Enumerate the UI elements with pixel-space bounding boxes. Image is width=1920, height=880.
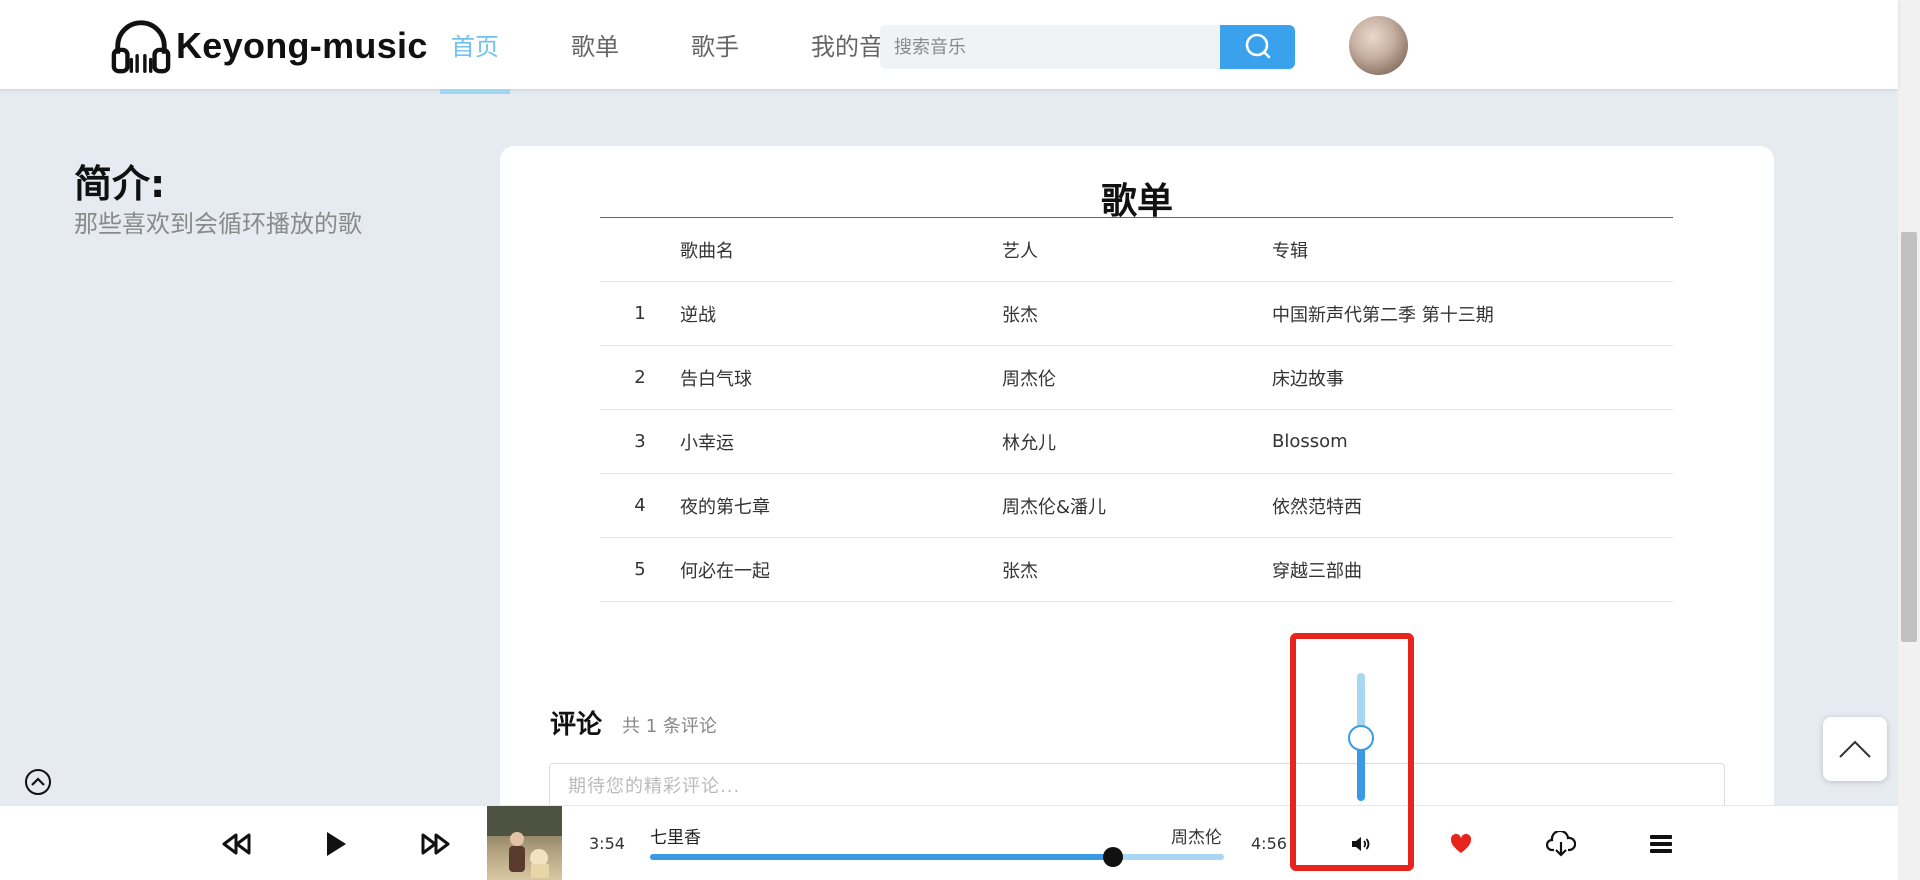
- song-name[interactable]: 夜的第七章: [680, 493, 1002, 519]
- now-playing-artist: 周杰伦: [1171, 828, 1222, 848]
- like-button[interactable]: [1443, 826, 1479, 862]
- nav-item-playlists[interactable]: 歌单: [560, 0, 630, 89]
- song-artist[interactable]: 周杰伦: [1002, 365, 1272, 391]
- page-scrollbar[interactable]: [1898, 0, 1920, 880]
- song-name[interactable]: 小幸运: [680, 429, 1002, 455]
- song-artist[interactable]: 林允儿: [1002, 429, 1272, 455]
- song-table: 歌曲名 艺人 专辑 1 逆战 张杰 中国新声代第二季 第十三期 2 告白气球 周…: [600, 217, 1673, 602]
- row-index: 2: [634, 367, 646, 388]
- intro-title: 简介:: [74, 162, 166, 206]
- nav-item-artists[interactable]: 歌手: [680, 0, 750, 89]
- song-artist[interactable]: 张杰: [1002, 301, 1272, 327]
- search-button[interactable]: [1220, 25, 1295, 69]
- row-index: 4: [634, 495, 646, 516]
- heart-icon: [1450, 833, 1472, 853]
- row-index: 5: [634, 559, 646, 580]
- previous-button[interactable]: [219, 826, 255, 862]
- total-time: 4:56: [1251, 834, 1287, 853]
- progress-handle[interactable]: [1103, 847, 1123, 867]
- player-bar: 3:54 七里香 周杰伦 4:56: [0, 805, 1898, 880]
- avatar[interactable]: [1349, 16, 1408, 75]
- table-header-row: 歌曲名 艺人 专辑: [600, 218, 1673, 282]
- column-header-album: 专辑: [1272, 240, 1308, 262]
- menu-icon: [1650, 835, 1672, 853]
- song-name[interactable]: 告白气球: [680, 365, 1002, 391]
- search-input[interactable]: [880, 25, 1220, 69]
- nav-item-label: 歌手: [691, 33, 739, 61]
- song-album[interactable]: 穿越三部曲: [1272, 557, 1673, 583]
- song-album[interactable]: 中国新声代第二季 第十三期: [1272, 301, 1673, 327]
- table-row[interactable]: 2 告白气球 周杰伦 床边故事: [600, 346, 1673, 410]
- back-to-top-button[interactable]: [1823, 717, 1887, 781]
- nav-item-home[interactable]: 首页: [440, 0, 510, 94]
- table-row[interactable]: 1 逆战 张杰 中国新声代第二季 第十三期: [600, 282, 1673, 346]
- cloud-download-icon: [1546, 831, 1576, 857]
- album-cover-art: [487, 806, 562, 878]
- scrollbar-thumb[interactable]: [1901, 232, 1917, 642]
- play-icon: [327, 832, 346, 856]
- search-bar: [880, 25, 1295, 69]
- fast-forward-icon: [421, 833, 450, 855]
- nav-item-label: 歌单: [571, 33, 619, 61]
- song-artist[interactable]: 周杰伦&潘儿: [1002, 493, 1272, 519]
- progress-fill: [650, 854, 1113, 860]
- column-header-artist: 艺人: [1002, 240, 1038, 262]
- now-playing-title: 七里香: [650, 828, 701, 848]
- play-button[interactable]: [318, 826, 354, 862]
- nav-item-label: 首页: [451, 33, 499, 61]
- headphones-logo-icon: [111, 20, 171, 74]
- row-index: 1: [634, 303, 646, 324]
- song-album[interactable]: 床边故事: [1272, 365, 1673, 391]
- chevron-up-icon: [1839, 740, 1871, 758]
- download-button[interactable]: [1543, 826, 1579, 862]
- playlist-card: 歌单 歌曲名 艺人 专辑 1 逆战 张杰 中国新声代第二季 第十三期 2 告白气…: [500, 146, 1774, 846]
- song-name[interactable]: 逆战: [680, 301, 1002, 327]
- comments-count: 共 1 条评论: [622, 716, 717, 737]
- song-album[interactable]: 依然范特西: [1272, 493, 1673, 519]
- logo[interactable]: Keyong-music: [110, 16, 428, 76]
- row-index: 3: [634, 431, 646, 452]
- song-name[interactable]: 何必在一起: [680, 557, 1002, 583]
- volume-popup-highlight: [1290, 633, 1414, 871]
- current-time: 3:54: [589, 834, 625, 853]
- table-row[interactable]: 4 夜的第七章 周杰伦&潘儿 依然范特西: [600, 474, 1673, 538]
- chevron-up-circle-icon[interactable]: [24, 768, 52, 796]
- table-row[interactable]: 3 小幸运 林允儿 Blossom: [600, 410, 1673, 474]
- next-button[interactable]: [417, 826, 453, 862]
- rewind-icon: [222, 833, 251, 855]
- top-header: Keyong-music 首页 歌单 歌手 我的音乐: [0, 0, 1898, 94]
- song-album[interactable]: Blossom: [1272, 431, 1673, 452]
- song-artist[interactable]: 张杰: [1002, 557, 1272, 583]
- playlist-menu-button[interactable]: [1643, 826, 1679, 862]
- table-row[interactable]: 5 何必在一起 张杰 穿越三部曲: [600, 538, 1673, 602]
- comments-title: 评论: [550, 710, 603, 740]
- album-cover[interactable]: [487, 806, 562, 880]
- intro-description: 那些喜欢到会循环播放的歌: [74, 210, 362, 238]
- logo-text: Keyong-music: [176, 25, 428, 66]
- search-icon: [1245, 33, 1270, 59]
- column-header-song: 歌曲名: [680, 240, 734, 262]
